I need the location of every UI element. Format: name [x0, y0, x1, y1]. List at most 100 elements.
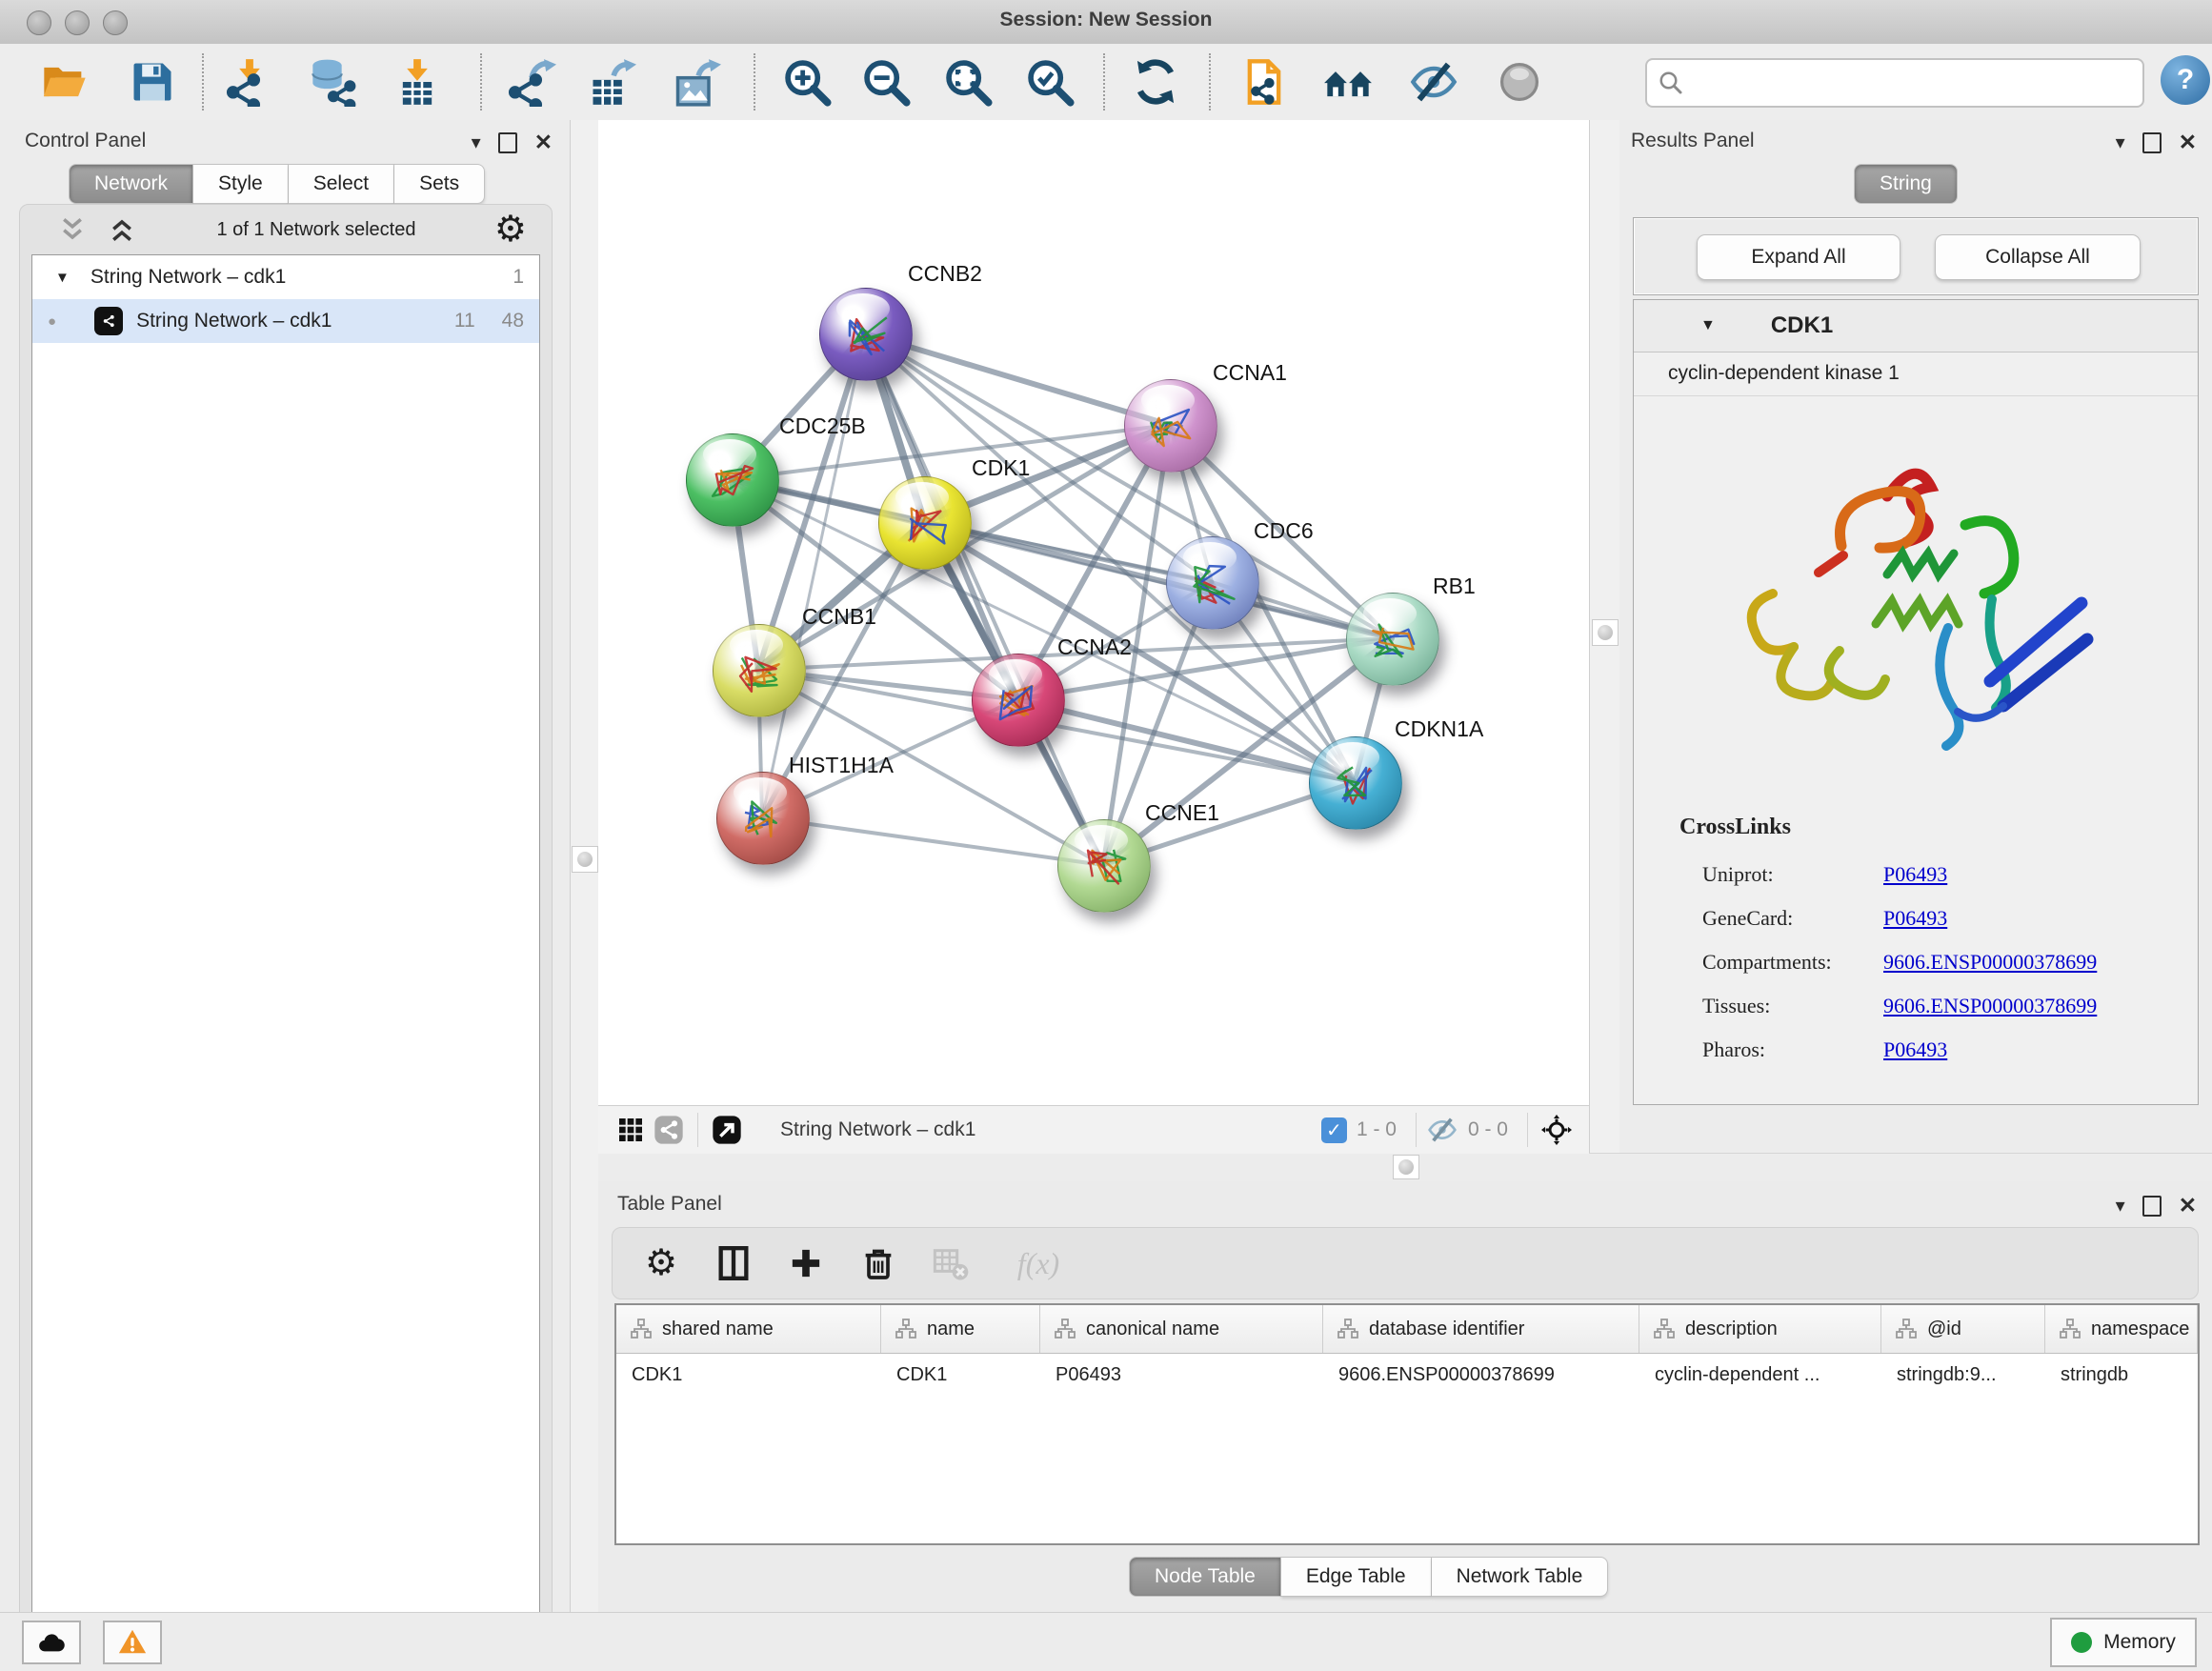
- detach-view-icon[interactable]: [708, 1111, 746, 1149]
- results-panel-menu-icon[interactable]: ▾: [2116, 133, 2125, 152]
- column-header-id[interactable]: @id: [1881, 1305, 2045, 1353]
- delete-column-icon[interactable]: [851, 1236, 906, 1291]
- results-panel-float-button[interactable]: [2142, 132, 2162, 153]
- network-node-CCNE1[interactable]: [1057, 819, 1151, 913]
- gear-icon[interactable]: ⚙: [494, 211, 527, 248]
- show-columns-icon[interactable]: [706, 1236, 761, 1291]
- network-canvas[interactable]: CCNB2CCNA1CDC25BCDK1CDC6RB1CCNB1CCNA2CDK…: [598, 120, 1589, 1105]
- crosslink-link[interactable]: P06493: [1883, 906, 1947, 931]
- table-row[interactable]: CDK1CDK1P064939606.ENSP00000378699cyclin…: [616, 1354, 2198, 1396]
- column-header-databaseidentifier[interactable]: database identifier: [1323, 1305, 1639, 1353]
- tab-network[interactable]: Network: [69, 164, 193, 204]
- import-network-file-button[interactable]: [223, 55, 276, 109]
- zoom-out-button[interactable]: [859, 55, 913, 109]
- tab-node-table[interactable]: Node Table: [1129, 1557, 1281, 1597]
- column-header-canonicalname[interactable]: canonical name: [1040, 1305, 1323, 1353]
- horizontal-splitter-handle[interactable]: [1393, 1155, 1419, 1179]
- left-splitter[interactable]: [570, 120, 600, 1612]
- network-node-HIST1H1A[interactable]: [716, 772, 810, 865]
- warnings-button[interactable]: [103, 1621, 162, 1664]
- table-cell[interactable]: stringdb: [2045, 1364, 2198, 1386]
- table-panel-menu-icon[interactable]: ▾: [2116, 1197, 2125, 1216]
- crosslink-link[interactable]: P06493: [1883, 862, 1947, 887]
- network-node-RB1[interactable]: [1346, 593, 1439, 686]
- import-network-database-button[interactable]: [307, 55, 360, 109]
- tab-style[interactable]: Style: [193, 164, 289, 204]
- tab-network-table[interactable]: Network Table: [1432, 1557, 1609, 1597]
- birdseye-grid-icon[interactable]: [612, 1111, 650, 1149]
- search-field[interactable]: [1645, 58, 2144, 108]
- crosshair-icon[interactable]: [1538, 1111, 1576, 1149]
- network-node-CCNB1[interactable]: [713, 624, 806, 717]
- new-network-from-selection-button[interactable]: [1237, 55, 1291, 109]
- network-row-selected[interactable]: ● String Network – cdk1 11 48: [32, 299, 539, 343]
- tab-select[interactable]: Select: [289, 164, 394, 204]
- expand-all-button[interactable]: Expand All: [1697, 234, 1900, 280]
- memory-button[interactable]: Memory: [2050, 1618, 2197, 1667]
- export-image-button[interactable]: [670, 55, 723, 109]
- import-table-button[interactable]: [391, 55, 444, 109]
- network-collection-row[interactable]: ▼ String Network – cdk1 1: [32, 255, 539, 299]
- help-button[interactable]: ?: [2161, 55, 2210, 105]
- zoom-selected-button[interactable]: [1023, 55, 1076, 109]
- control-panel-float-button[interactable]: [498, 132, 517, 153]
- network-thumbnail-icon[interactable]: [650, 1111, 688, 1149]
- network-view-toolbar: String Network – cdk1 ✓ 1 - 0 0 - 0: [598, 1105, 1589, 1154]
- table-cell[interactable]: cyclin-dependent ...: [1639, 1364, 1881, 1386]
- hidden-eye-icon[interactable]: [1426, 1111, 1458, 1149]
- disclosure-triangle-icon[interactable]: ▼: [1700, 317, 1716, 334]
- tab-sets[interactable]: Sets: [394, 164, 485, 204]
- collapse-all-button[interactable]: Collapse All: [1935, 234, 2141, 280]
- network-node-CDKN1A[interactable]: [1309, 736, 1402, 830]
- right-splitter-handle[interactable]: [1592, 619, 1619, 646]
- column-header-sharedname[interactable]: shared name: [616, 1305, 881, 1353]
- save-session-button[interactable]: [126, 55, 179, 109]
- cloud-status-button[interactable]: [22, 1621, 81, 1664]
- network-node-CCNB2[interactable]: [819, 288, 913, 381]
- table-panel-close-button[interactable]: ✕: [2179, 1195, 2197, 1217]
- table-cell[interactable]: CDK1: [616, 1364, 881, 1386]
- network-node-CDC25B[interactable]: [686, 433, 779, 527]
- crosslink-link[interactable]: P06493: [1883, 1037, 1947, 1062]
- control-panel-menu-icon[interactable]: ▾: [472, 133, 481, 152]
- right-splitter[interactable]: [1589, 120, 1621, 1153]
- results-panel-close-button[interactable]: ✕: [2179, 131, 2197, 153]
- selected-checkbox[interactable]: ✓: [1321, 1117, 1347, 1143]
- search-input[interactable]: [1685, 64, 2133, 102]
- open-session-button[interactable]: [38, 55, 91, 109]
- column-header-name[interactable]: name: [881, 1305, 1040, 1353]
- refresh-view-button[interactable]: [1129, 55, 1182, 109]
- table-cell[interactable]: 9606.ENSP00000378699: [1323, 1364, 1639, 1386]
- network-node-CDC6[interactable]: [1166, 536, 1259, 630]
- gene-card-header[interactable]: ▼ CDK1: [1634, 300, 2198, 352]
- export-table-button[interactable]: [585, 55, 638, 109]
- table-cell[interactable]: CDK1: [881, 1364, 1040, 1386]
- zoom-in-button[interactable]: [780, 55, 834, 109]
- hide-selected-button[interactable]: [1407, 55, 1460, 109]
- node-table[interactable]: shared namenamecanonical namedatabase id…: [614, 1303, 2200, 1545]
- crosslink-link[interactable]: 9606.ENSP00000378699: [1883, 950, 2097, 975]
- zoom-fit-button[interactable]: [941, 55, 995, 109]
- tab-string[interactable]: String: [1854, 164, 1958, 204]
- disclosure-triangle-icon[interactable]: ▼: [55, 270, 70, 286]
- control-panel-close-button[interactable]: ✕: [534, 131, 553, 153]
- column-header-description[interactable]: description: [1639, 1305, 1881, 1353]
- first-neighbors-button[interactable]: [1321, 55, 1375, 109]
- table-cell[interactable]: P06493: [1040, 1364, 1323, 1386]
- network-node-CCNA2[interactable]: [972, 654, 1065, 747]
- export-network-button[interactable]: [505, 55, 558, 109]
- horizontal-splitter[interactable]: [598, 1153, 2212, 1183]
- show-all-button[interactable]: [1493, 55, 1546, 109]
- column-header-namespace[interactable]: namespace: [2045, 1305, 2198, 1353]
- network-node-CCNA1[interactable]: [1124, 379, 1217, 473]
- table-settings-gear-icon[interactable]: ⚙: [633, 1236, 689, 1291]
- crosslink-link[interactable]: 9606.ENSP00000378699: [1883, 994, 2097, 1018]
- expand-all-icon[interactable]: [106, 215, 138, 244]
- table-cell[interactable]: stringdb:9...: [1881, 1364, 2045, 1386]
- tab-edge-table[interactable]: Edge Table: [1281, 1557, 1432, 1597]
- left-splitter-handle[interactable]: [572, 846, 598, 873]
- network-node-CDK1[interactable]: [878, 476, 972, 570]
- add-column-icon[interactable]: [778, 1236, 834, 1291]
- collapse-all-icon[interactable]: [56, 215, 89, 244]
- table-panel-float-button[interactable]: [2142, 1196, 2162, 1217]
